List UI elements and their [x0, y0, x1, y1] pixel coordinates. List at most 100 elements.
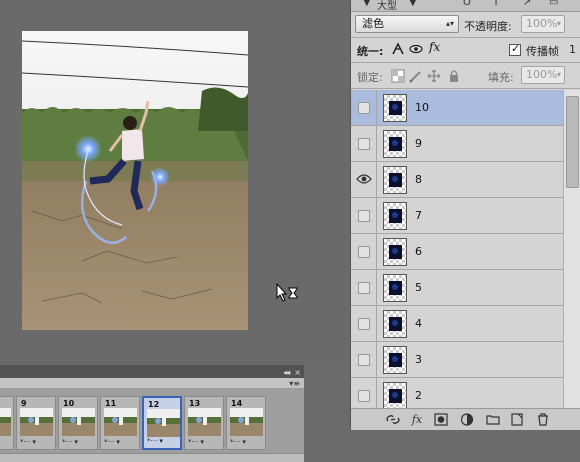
layer-thumbnail [383, 382, 407, 408]
visibility-box [358, 318, 370, 330]
blend-mode-select[interactable]: 滤色 ▴▾ [355, 15, 459, 33]
ellipse-tool-icon[interactable]: O [463, 0, 471, 8]
divider [351, 37, 580, 38]
opacity-label: 不透明度: [464, 20, 512, 33]
layer-visibility-toggle[interactable] [351, 378, 377, 408]
animation-frame[interactable]: 11 *··· ▾ [100, 396, 140, 450]
unify-position-icon[interactable] [391, 42, 405, 56]
photo-image [22, 31, 248, 330]
fill-field[interactable]: 100% ▾ [521, 66, 565, 84]
layer-name: 4 [415, 317, 422, 330]
frame-delay-dropdown[interactable]: *··· ▾ [0, 438, 12, 447]
eye-icon [356, 174, 372, 184]
frame-number: 10 [63, 399, 75, 408]
lock-all-icon[interactable] [447, 69, 461, 83]
layer-row[interactable]: 2 [351, 378, 563, 408]
fill-value: 100% [526, 68, 558, 81]
layer-visibility-toggle[interactable] [351, 126, 377, 162]
divider [351, 62, 580, 63]
frame-delay-dropdown[interactable]: *··· ▾ [20, 438, 54, 447]
path-tool-icon[interactable]: ↗ [523, 0, 531, 8]
layer-thumbnail [383, 346, 407, 374]
lock-position-move-icon[interactable] [427, 69, 441, 83]
animation-frame[interactable]: 14 *··· ▾ [226, 396, 266, 450]
document-canvas[interactable] [0, 0, 350, 365]
layer-name: 8 [415, 173, 422, 186]
visibility-box [358, 138, 370, 150]
scrollbar-thumb[interactable] [566, 96, 579, 188]
animation-frame[interactable]: 10 *··· ▾ [58, 396, 98, 450]
animation-frame[interactable]: *··· ▾ [0, 396, 14, 450]
frame-number: 14 [231, 399, 243, 408]
group-folder-icon[interactable] [485, 412, 501, 427]
visibility-box [358, 246, 370, 258]
frame-thumbnail [147, 409, 180, 437]
opacity-field[interactable]: 100% ▾ [521, 15, 565, 33]
fill-label: 填充: [488, 71, 514, 84]
panel-size-label[interactable]: 大型 [377, 0, 397, 12]
layer-row[interactable]: 8 [351, 162, 563, 198]
frame-delay-dropdown[interactable]: *··· ▾ [188, 438, 222, 447]
layer-row[interactable]: 9 [351, 126, 563, 162]
propagate-frame-count: 1 [569, 43, 576, 56]
animation-frame[interactable]: 13 *··· ▾ [184, 396, 224, 450]
adjustment-icon[interactable] [459, 412, 475, 427]
layer-visibility-toggle[interactable] [351, 90, 377, 126]
layer-row[interactable]: 7 [351, 198, 563, 234]
frame-number: 9 [21, 399, 27, 408]
collapse-panel-icon[interactable]: ◂◂ [283, 368, 290, 377]
layer-list: 10 9 8 7 6 5 4 3 2 [351, 90, 563, 408]
panel-top-strip: ▼ 大型 ▼ O T ↗ ▭ [351, 0, 580, 12]
frame-number: 13 [189, 399, 201, 408]
layer-row[interactable]: 3 [351, 342, 563, 378]
layer-thumbnail [383, 166, 407, 194]
animation-frame[interactable]: 9 *··· ▾ [16, 396, 56, 450]
layer-row[interactable]: 6 [351, 234, 563, 270]
link-icon[interactable] [385, 412, 401, 427]
shape-tool-icon[interactable]: ▭ [549, 0, 558, 8]
dropdown-arrow-icon: ▾ [556, 19, 561, 28]
lock-transparency-icon[interactable] [391, 69, 405, 83]
text-tool-icon[interactable]: T [493, 0, 499, 8]
frame-delay-dropdown[interactable]: *··· ▾ [62, 438, 96, 447]
trash-icon[interactable] [535, 412, 551, 427]
unify-style-fx-icon[interactable]: fx [429, 40, 443, 54]
frame-thumbnail [0, 408, 11, 436]
layer-name: 9 [415, 137, 422, 150]
animation-frame[interactable]: 12 *··· ▾ [142, 396, 182, 450]
lock-pixels-brush-icon[interactable] [409, 69, 423, 83]
layer-visibility-toggle[interactable] [351, 234, 377, 270]
close-panel-icon[interactable]: × [294, 368, 301, 377]
layer-thumbnail [383, 238, 407, 266]
frame-delay-dropdown[interactable]: *··· ▾ [147, 437, 181, 446]
layer-row[interactable]: 5 [351, 270, 563, 306]
frame-thumbnail [20, 408, 53, 436]
layers-scrollbar[interactable] [563, 90, 580, 408]
panel-dropdown-icon[interactable]: ▼ [363, 0, 371, 8]
mask-icon[interactable] [433, 412, 449, 427]
visibility-box [358, 282, 370, 294]
propagate-frame-checkbox[interactable] [509, 42, 521, 56]
layers-footer-toolbar: fx [351, 408, 580, 430]
unify-visibility-icon[interactable] [409, 42, 423, 56]
workspace-background [350, 430, 580, 462]
canvas-photo[interactable] [22, 31, 248, 330]
layer-visibility-toggle[interactable] [351, 198, 377, 234]
layer-visibility-toggle[interactable] [351, 162, 377, 198]
layer-thumbnail [383, 310, 407, 338]
size-dropdown-icon[interactable]: ▼ [409, 0, 417, 8]
layer-name: 2 [415, 389, 422, 402]
layer-visibility-toggle[interactable] [351, 306, 377, 342]
visibility-box [358, 390, 370, 402]
layer-row[interactable]: 4 [351, 306, 563, 342]
animation-timeline-panel: ◂◂ × ▾≡ *··· ▾9*··· ▾10*··· ▾11*··· ▾12*… [0, 365, 304, 462]
frame-delay-dropdown[interactable]: *··· ▾ [104, 438, 138, 447]
frame-thumbnail [104, 408, 137, 436]
layer-row[interactable]: 10 [351, 90, 563, 126]
frame-delay-dropdown[interactable]: *··· ▾ [230, 438, 264, 447]
new-layer-icon[interactable] [509, 412, 525, 427]
layer-visibility-toggle[interactable] [351, 270, 377, 306]
layer-visibility-toggle[interactable] [351, 342, 377, 378]
panel-menu-icon[interactable]: ▾≡ [289, 379, 300, 388]
fx-icon[interactable]: fx [409, 412, 425, 427]
